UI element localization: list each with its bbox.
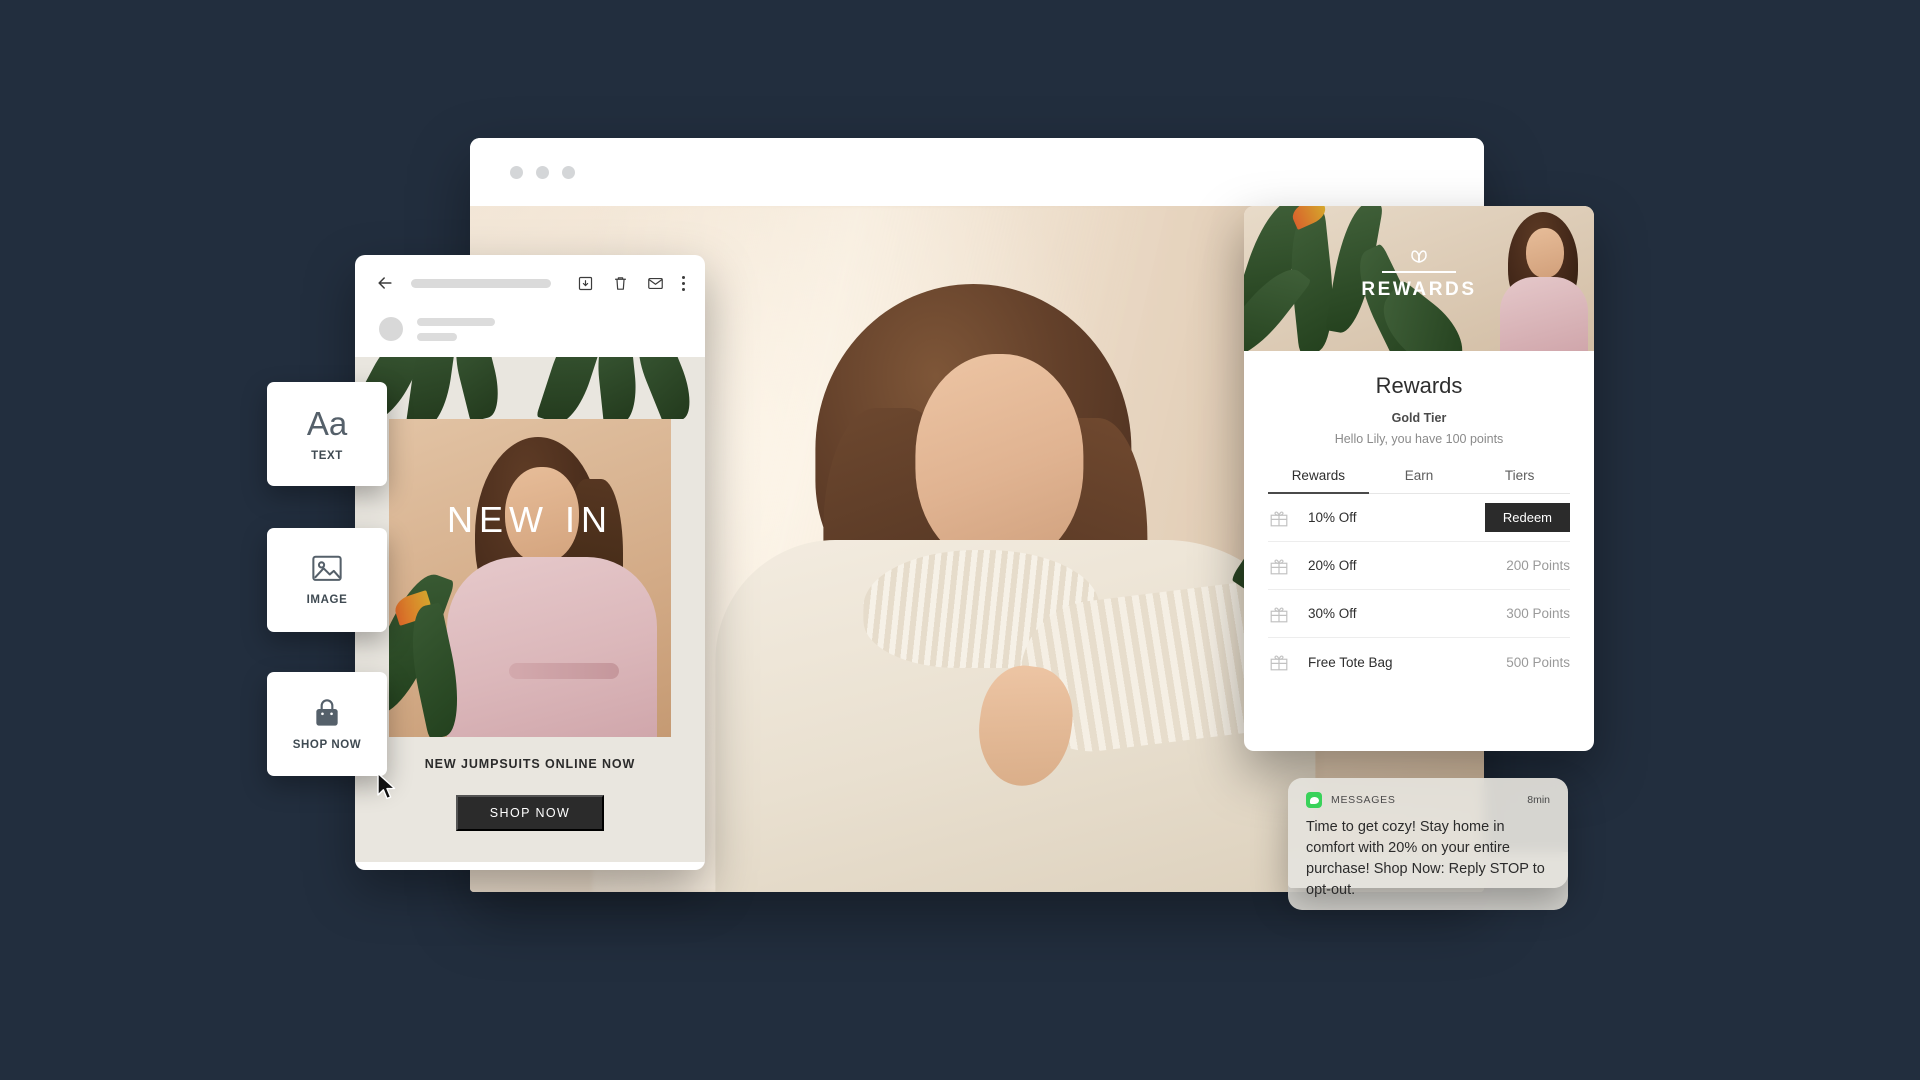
rewards-tier: Gold Tier <box>1391 411 1447 425</box>
trash-icon[interactable] <box>612 275 629 292</box>
image-icon <box>312 555 342 581</box>
reward-row: 30% Off 300 Points <box>1268 590 1570 638</box>
rewards-hero-banner: REWARDS <box>1244 206 1594 351</box>
widget-label-shop-now: SHOP NOW <box>292 739 362 751</box>
email-top-foliage <box>355 357 705 419</box>
email-sender-meta <box>355 311 705 357</box>
rewards-title: Rewards <box>1375 373 1463 398</box>
sender-name-placeholder <box>417 317 495 326</box>
reward-name: 20% Off <box>1308 558 1357 573</box>
tab-earn[interactable]: Earn <box>1369 468 1470 493</box>
widget-label-text: TEXT <box>311 449 343 462</box>
reward-name: Free Tote Bag <box>1308 654 1393 670</box>
mouse-cursor-icon <box>377 772 396 800</box>
back-arrow-icon[interactable] <box>375 273 395 293</box>
tab-rewards[interactable]: Rewards <box>1268 468 1369 494</box>
bow-icon <box>1411 250 1427 263</box>
gift-icon <box>1270 655 1288 671</box>
reward-points: 300 Points <box>1506 606 1570 621</box>
email-caption: NEW JUMPSUITS ONLINE NOW <box>424 757 636 771</box>
email-body: NEW IN NEW JUMPSUITS ONLINE NOW SHOP NOW <box>355 357 705 862</box>
widget-label-image: IMAGE <box>306 594 348 606</box>
avatar <box>379 317 403 341</box>
reward-name: 10% Off <box>1308 510 1357 525</box>
rewards-wordmark: REWARDS <box>1361 279 1477 300</box>
browser-title-bar <box>470 138 1484 206</box>
sms-message-text: Time to get cozy! Stay home in comfort w… <box>1306 819 1545 898</box>
gift-icon <box>1270 558 1288 574</box>
email-product-photo <box>389 419 671 737</box>
reward-row: Free Tote Bag 500 Points <box>1268 638 1570 686</box>
gift-icon <box>1270 510 1288 526</box>
email-subject-placeholder <box>411 278 551 288</box>
redeem-button[interactable]: Redeem <box>1484 503 1570 532</box>
shopping-bag-icon <box>316 699 338 726</box>
email-shop-now-button[interactable]: SHOP NOW <box>456 795 604 831</box>
sms-notification[interactable]: MESSAGES 8min Time to get cozy! Stay hom… <box>1288 778 1568 898</box>
rewards-tabs: Rewards Earn Tiers <box>1268 468 1570 494</box>
gift-icon <box>1270 606 1288 622</box>
email-toolbar <box>355 255 705 311</box>
messages-icon <box>1306 792 1322 808</box>
reward-points: 200 Points <box>1506 558 1570 573</box>
window-dot-close[interactable] <box>510 165 523 179</box>
window-dot-maximize[interactable] <box>562 165 575 179</box>
rewards-logo: REWARDS <box>1244 248 1594 301</box>
reward-row: 20% Off 200 Points <box>1268 542 1570 590</box>
mail-icon[interactable] <box>647 275 664 292</box>
more-vertical-icon[interactable] <box>682 275 685 291</box>
widget-card-text[interactable]: Aa TEXT <box>267 382 387 486</box>
sender-address-placeholder <box>417 332 457 341</box>
rewards-body: Rewards Gold Tier Hello Lily, you have 1… <box>1244 351 1594 686</box>
email-overlay-title: NEW IN <box>447 499 613 540</box>
widget-card-shop-now[interactable]: SHOP NOW <box>267 672 387 776</box>
window-dot-minimize[interactable] <box>536 165 549 179</box>
reward-name: 30% Off <box>1308 606 1357 621</box>
sms-timestamp: 8min <box>1527 794 1550 806</box>
logo-rule <box>1382 271 1456 273</box>
reward-points: 500 Points <box>1506 654 1570 670</box>
sms-header: MESSAGES 8min <box>1306 792 1550 808</box>
reward-row: 10% Off Redeem <box>1268 494 1570 542</box>
rewards-panel: REWARDS Rewards Gold Tier Hello Lily, yo… <box>1244 206 1594 751</box>
text-icon: Aa <box>306 404 348 442</box>
sms-app-name: MESSAGES <box>1331 794 1396 806</box>
widget-card-image[interactable]: IMAGE <box>267 528 387 632</box>
archive-icon[interactable] <box>577 275 594 292</box>
screen-canvas: NEW IN NEW JUMPSUITS ONLINE NOW SHOP NOW… <box>0 0 1920 1080</box>
tab-tiers[interactable]: Tiers <box>1469 468 1570 493</box>
email-preview-card: NEW IN NEW JUMPSUITS ONLINE NOW SHOP NOW <box>355 255 705 870</box>
rewards-greeting: Hello Lily, you have 100 points <box>1334 432 1504 446</box>
